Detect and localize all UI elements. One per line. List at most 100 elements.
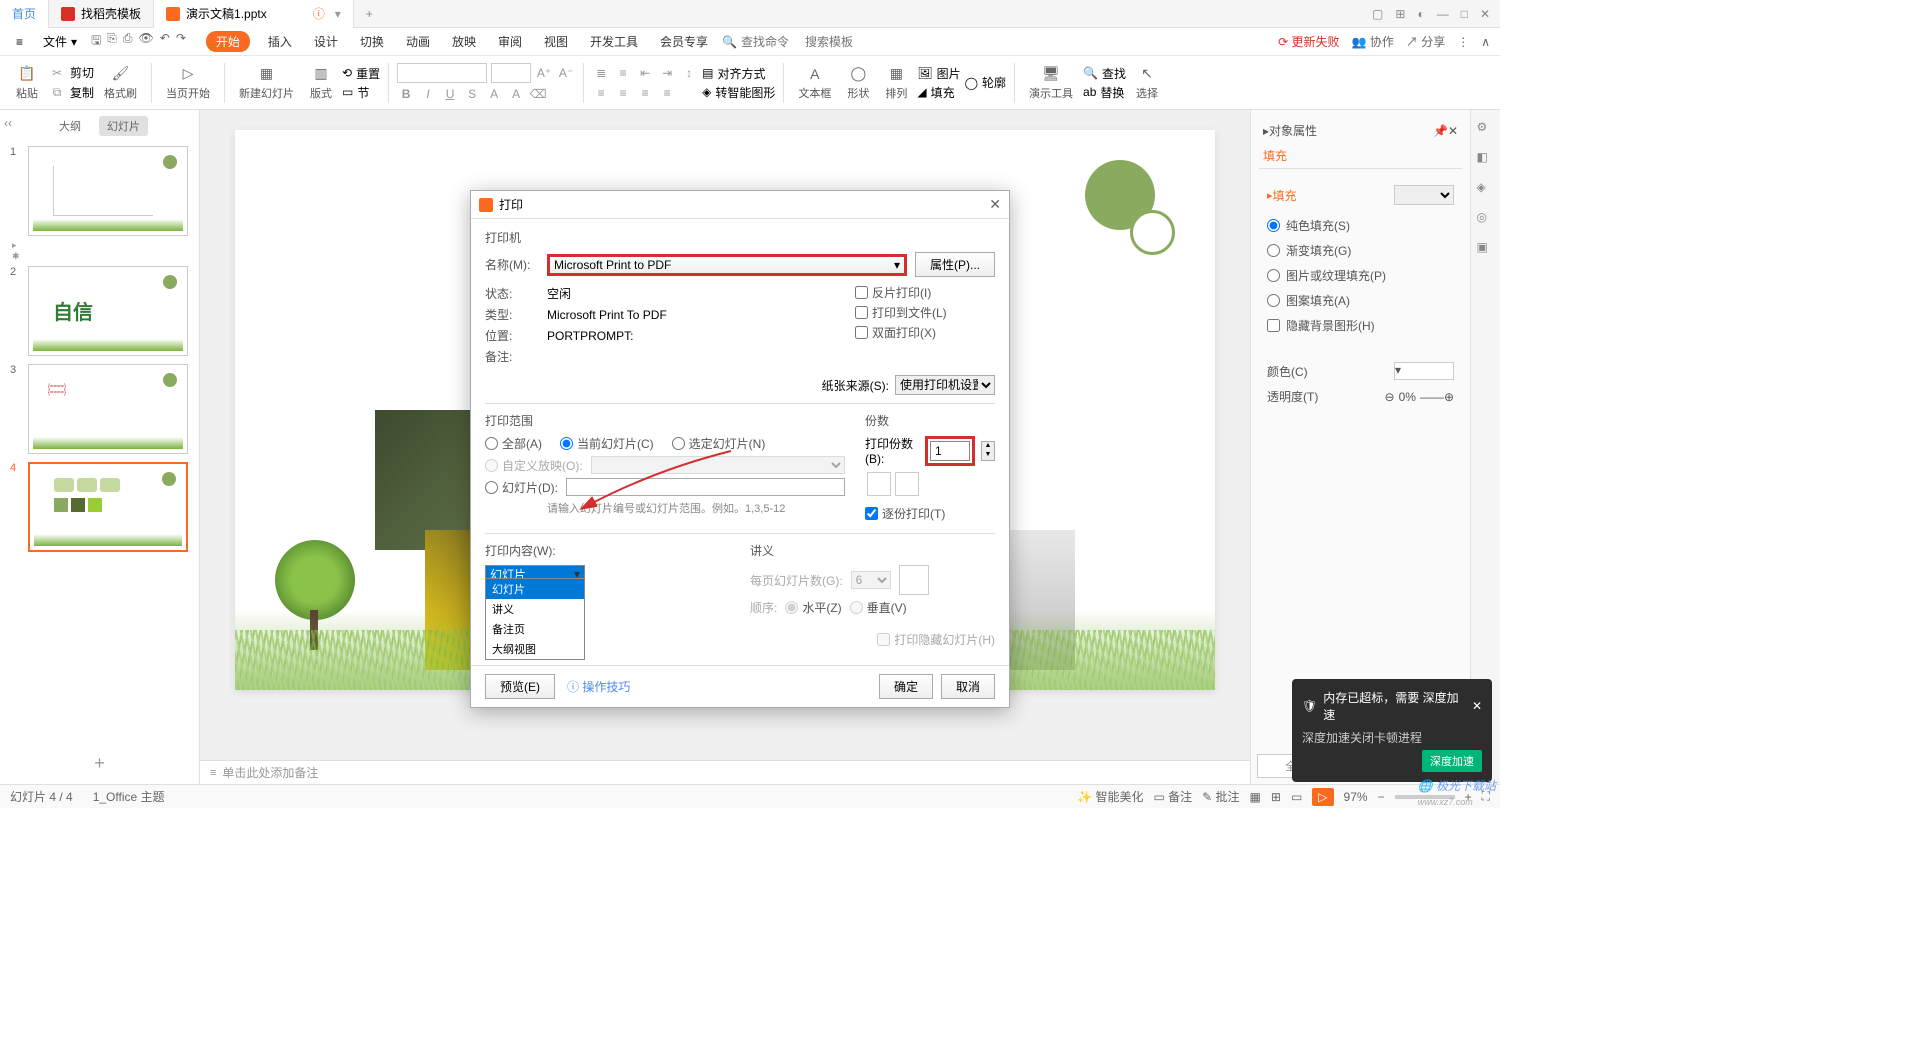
zoom-out-icon[interactable]: −: [1378, 790, 1385, 804]
arrange-button[interactable]: ▦排列: [879, 65, 913, 101]
print-icon[interactable]: ⎙: [123, 31, 133, 52]
tab-devtools[interactable]: 开发工具: [586, 31, 642, 52]
align-left-button[interactable]: ≡: [592, 84, 610, 102]
gradient-fill-radio[interactable]: [1267, 244, 1280, 257]
printer-select[interactable]: Microsoft Print to PDF▾: [547, 254, 907, 276]
replace-button[interactable]: ab 替换: [1083, 84, 1126, 101]
slideshow-button[interactable]: ▷: [1312, 788, 1333, 806]
tab-insert[interactable]: 插入: [264, 31, 296, 52]
thumb-3[interactable]: 3{====}{====}: [10, 364, 189, 454]
numbering-button[interactable]: ≡: [614, 64, 632, 82]
tab-review[interactable]: 审阅: [494, 31, 526, 52]
cancel-button[interactable]: 取消: [941, 674, 995, 699]
duplex-checkbox[interactable]: [855, 326, 868, 339]
line-spacing-button[interactable]: ↕: [680, 64, 698, 82]
indent-left-button[interactable]: ⇤: [636, 64, 654, 82]
save-icon[interactable]: 🖫: [91, 31, 101, 52]
align-center-button[interactable]: ≡: [614, 84, 632, 102]
comments-button[interactable]: ✎ 批注: [1202, 788, 1239, 805]
preview-button[interactable]: 预览(E): [485, 674, 555, 699]
toast-close-icon[interactable]: ✕: [1472, 699, 1482, 713]
highlight-button[interactable]: A: [507, 85, 525, 103]
redo-icon[interactable]: ↷: [176, 31, 186, 52]
tab-transition[interactable]: 切换: [356, 31, 388, 52]
search-command-input[interactable]: [741, 35, 801, 49]
printer-properties-button[interactable]: 属性(P)...: [915, 252, 995, 277]
strike-button[interactable]: S: [463, 85, 481, 103]
dd-handouts[interactable]: 讲义: [486, 599, 584, 619]
animation-icon[interactable]: ◈: [1477, 180, 1495, 198]
outline-tab[interactable]: 大纲: [51, 116, 89, 136]
grid-icon[interactable]: ⊞: [1395, 7, 1405, 21]
dd-notes[interactable]: 备注页: [486, 619, 584, 639]
tab-home[interactable]: 首页: [0, 0, 49, 28]
range-all-radio[interactable]: [485, 437, 498, 450]
coop-button[interactable]: 👥 协作: [1352, 33, 1394, 50]
justify-button[interactable]: ≡: [658, 84, 676, 102]
thumb-4[interactable]: 4: [10, 462, 189, 552]
collate-checkbox[interactable]: [865, 507, 878, 520]
picture-button[interactable]: 🖼 图片: [917, 65, 960, 82]
align-mode-button[interactable]: ▤ 对齐方式: [702, 65, 775, 82]
font-size-select[interactable]: [491, 63, 531, 83]
copies-input[interactable]: [930, 441, 970, 461]
command-search[interactable]: 🔍: [722, 35, 865, 49]
cut-button[interactable]: ✂: [48, 64, 66, 82]
shape-button[interactable]: ◯形状: [841, 65, 875, 101]
add-slide-button[interactable]: +: [0, 743, 199, 784]
more-icon[interactable]: ⋮: [1457, 35, 1469, 49]
user-icon[interactable]: ◐: [1417, 7, 1424, 21]
reset-button[interactable]: ⟲ 重置: [342, 65, 380, 82]
dialog-close-icon[interactable]: ✕: [989, 196, 1001, 213]
bullets-button[interactable]: ≣: [592, 64, 610, 82]
slide-range-input[interactable]: [566, 478, 845, 496]
tools-button[interactable]: 🖥演示工具: [1023, 65, 1079, 101]
close-panel-icon[interactable]: ✕: [1448, 124, 1458, 138]
select-button[interactable]: ↖选择: [1130, 65, 1164, 101]
slides-tab[interactable]: 幻灯片: [99, 116, 148, 136]
clear-format-button[interactable]: ⌫: [529, 85, 547, 103]
style-icon[interactable]: ◧: [1477, 150, 1495, 168]
paper-source-select[interactable]: 使用打印机设置: [895, 375, 995, 395]
thumb-2[interactable]: 2自信: [10, 266, 189, 356]
print-to-file-checkbox[interactable]: [855, 306, 868, 319]
layout-button[interactable]: ▥版式: [304, 65, 338, 101]
tab-document[interactable]: 演示文稿1.pptxⓘ▾: [154, 0, 354, 28]
file-menu[interactable]: 文件 ▾: [37, 31, 83, 52]
close-window-icon[interactable]: ✕: [1480, 7, 1490, 21]
fill-section-header[interactable]: 填充: [1259, 143, 1462, 169]
dd-slides[interactable]: 幻灯片: [486, 579, 584, 599]
tab-view[interactable]: 视图: [540, 31, 572, 52]
dd-outline[interactable]: 大纲视图: [486, 639, 584, 659]
view-normal-icon[interactable]: ▦: [1250, 790, 1261, 804]
tab-design[interactable]: 设计: [310, 31, 342, 52]
location-icon[interactable]: ◎: [1477, 210, 1495, 228]
solid-fill-radio[interactable]: [1267, 219, 1280, 232]
reverse-print-checkbox[interactable]: [855, 286, 868, 299]
format-painter-button[interactable]: 🖌格式刷: [98, 65, 143, 101]
tab-start[interactable]: 开始: [206, 31, 250, 52]
bold-button[interactable]: B: [397, 85, 415, 103]
new-slide-button[interactable]: ▦新建幻灯片: [233, 65, 300, 101]
undo-icon[interactable]: ↶: [160, 31, 170, 52]
search-template-input[interactable]: [805, 35, 865, 49]
hide-bg-checkbox[interactable]: [1267, 319, 1280, 332]
tab-animation[interactable]: 动画: [402, 31, 434, 52]
update-fail-button[interactable]: ⟳ 更新失败: [1278, 33, 1339, 50]
textbox-button[interactable]: A文本框: [792, 65, 837, 101]
tips-link[interactable]: ⓘ 操作技巧: [567, 678, 630, 695]
align-right-button[interactable]: ≡: [636, 84, 654, 102]
tab-vip[interactable]: 会员专享: [656, 31, 712, 52]
find-button[interactable]: 🔍 查找: [1083, 65, 1126, 82]
hamburger-icon[interactable]: ≡: [10, 33, 29, 51]
copy-button[interactable]: ⧉: [48, 84, 66, 102]
range-slides-radio[interactable]: [485, 481, 498, 494]
settings-icon[interactable]: ⚙: [1477, 120, 1495, 138]
color-picker[interactable]: ▾: [1394, 362, 1454, 380]
notes-button[interactable]: ▭ 备注: [1153, 788, 1192, 805]
pattern-fill-radio[interactable]: [1267, 294, 1280, 307]
font-color-button[interactable]: A: [485, 85, 503, 103]
preview-icon[interactable]: 👁: [139, 31, 154, 52]
picture-fill-radio[interactable]: [1267, 269, 1280, 282]
pin-icon[interactable]: 📌: [1433, 124, 1448, 138]
